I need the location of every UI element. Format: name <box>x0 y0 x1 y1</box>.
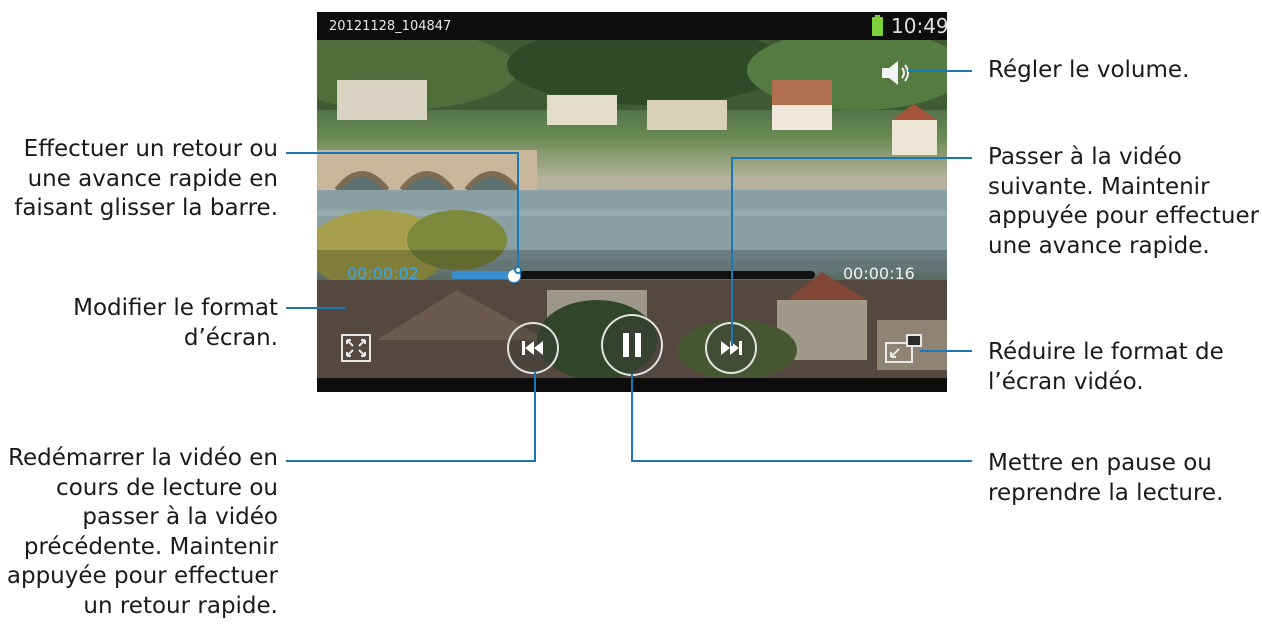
seek-bar-progress <box>451 271 513 279</box>
battery-icon <box>872 15 883 36</box>
callout-volume: Régler le volume. <box>988 56 1189 86</box>
callout-pause-line: Mettre en pause ou <box>988 450 1212 476</box>
previous-button[interactable] <box>507 322 559 374</box>
minimize-screen-icon[interactable] <box>885 334 923 364</box>
callout-next-line: Passer à la vidéo <box>988 144 1182 170</box>
callout-next-line: suivante. Maintenir <box>988 173 1210 200</box>
seek-bar-thumb[interactable] <box>506 269 521 283</box>
skip-previous-icon <box>522 341 543 355</box>
callout-aspect: Modifier le format d’écran. <box>73 294 278 353</box>
callout-seek-line: Effectuer un retour ou <box>23 136 278 162</box>
callout-next-line: appuyée pour effectuer <box>988 203 1260 229</box>
status-bar: 20121128_104847 10:49 <box>317 12 947 40</box>
callout-previous-line: Redémarrer la vidéo en <box>8 445 278 471</box>
callout-seek-line: faisant glisser la barre. <box>14 195 278 221</box>
current-time: 00:00:02 <box>347 264 419 283</box>
callout-previous-line: passer à la vidéo <box>82 504 278 530</box>
video-file-name: 20121128_104847 <box>329 19 452 34</box>
callout-aspect-line: Modifier le format <box>73 295 278 321</box>
callout-popup: Réduire le format de l’écran vidéo. <box>988 338 1224 397</box>
callout-previous-line: un retour rapide. <box>83 592 278 619</box>
bottom-bar <box>317 378 947 392</box>
callout-next-line: une avance rapide. <box>988 232 1210 259</box>
callout-previous: Redémarrer la vidéo en cours de lecture … <box>7 444 278 621</box>
pause-button[interactable] <box>601 314 663 376</box>
speaker-icon[interactable] <box>880 58 914 88</box>
callout-popup-line: l’écran vidéo. <box>988 368 1144 395</box>
callout-seek: Effectuer un retour ou une avance rapide… <box>14 135 278 224</box>
callout-volume-line: Régler le volume. <box>988 57 1190 83</box>
fit-screen-icon[interactable] <box>341 334 371 362</box>
callout-previous-line: cours de lecture ou <box>56 474 278 501</box>
callout-next: Passer à la vidéo suivante. Maintenir ap… <box>988 143 1259 261</box>
seek-bar[interactable] <box>451 269 815 283</box>
skip-next-icon <box>721 341 742 355</box>
callout-aspect-line: d’écran. <box>183 324 278 351</box>
next-button[interactable] <box>705 322 757 374</box>
callout-previous-line: appuyée pour effectuer <box>6 563 278 589</box>
callout-popup-line: Réduire le format de <box>988 339 1224 365</box>
status-clock: 10:49 <box>891 14 947 38</box>
pause-icon <box>623 333 641 357</box>
callout-seek-line: une avance rapide en <box>27 165 278 192</box>
callout-pause: Mettre en pause ou reprendre la lecture. <box>988 449 1223 508</box>
callout-previous-line: précédente. Maintenir <box>23 533 278 560</box>
video-player-screen: 20121128_104847 10:49 00:00:02 00:00:16 <box>317 12 947 392</box>
total-time: 00:00:16 <box>843 264 915 283</box>
callout-pause-line: reprendre la lecture. <box>988 479 1224 506</box>
